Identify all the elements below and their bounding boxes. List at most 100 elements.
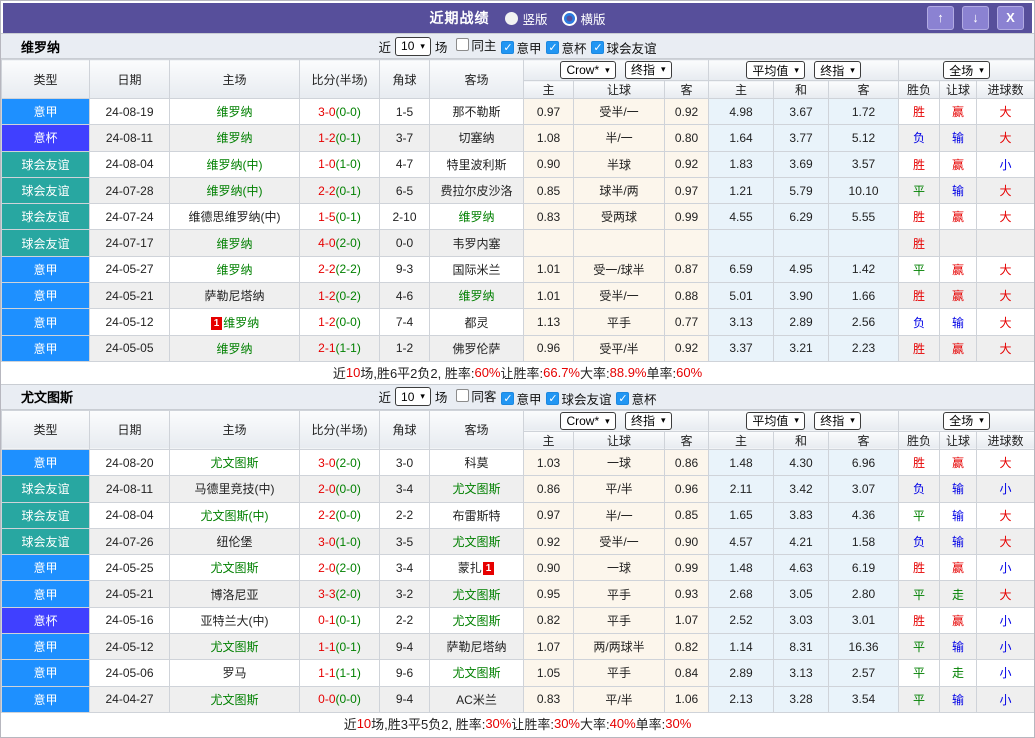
asian-away-odds: 0.87 xyxy=(663,255,710,284)
asian-away-odds: 0.99 xyxy=(663,554,710,582)
match-count-select[interactable]: 10 ▾ xyxy=(395,36,431,56)
column-header-handicap-result: 让球 xyxy=(939,430,978,450)
euro-home-odds: 3.37 xyxy=(708,334,775,362)
asian-away-odds: 0.92 xyxy=(663,97,710,126)
fulltime-score: 1-0 xyxy=(318,157,336,172)
radio-horizontal-layout[interactable]: 横版 xyxy=(561,9,606,28)
asian-handicap-line: 平/半 xyxy=(573,475,665,503)
euro-away-odds: 2.57 xyxy=(828,659,900,687)
games-label: 场 xyxy=(434,391,448,406)
league-type-badge: 意甲 xyxy=(1,554,90,582)
euro-draw-odds: 3.83 xyxy=(773,501,830,529)
scroll-up-button[interactable]: ↑ xyxy=(927,6,954,30)
checkbox-label: 同客 xyxy=(471,389,497,404)
asian-final-value: 终指 xyxy=(631,414,656,429)
team-section-verona: 维罗纳 近 10 ▾ 场 同主 ✓ 意甲 ✓ 意杯 ✓ 球会友谊 类型 日期 主场 比分( xyxy=(1,33,1034,384)
bookmaker-select[interactable]: Crow* ▾ xyxy=(560,61,616,80)
checkbox-unchecked-icon xyxy=(456,388,470,402)
euro-final-select[interactable]: 终指 ▾ xyxy=(814,61,861,79)
match-count-select[interactable]: 10 ▾ xyxy=(395,387,431,407)
bookmaker-select[interactable]: Crow* ▾ xyxy=(560,412,616,431)
match-scope-select[interactable]: 全场 ▾ xyxy=(943,411,990,430)
asian-handicap-line: 受半/一 xyxy=(573,282,665,310)
column-header-date: 日期 xyxy=(89,409,170,450)
asian-home-odds: 0.83 xyxy=(523,203,574,231)
same-venue-checkbox[interactable]: 同主 xyxy=(456,35,496,54)
league-checkbox[interactable]: ✓ 意甲 xyxy=(501,38,541,57)
euro-home-odds: 1.14 xyxy=(708,633,775,661)
result-wdl-cell: 胜 xyxy=(898,334,941,362)
asian-home-odds xyxy=(523,229,574,257)
fulltime-score: 1-1 xyxy=(318,665,336,680)
same-venue-checkbox[interactable]: 同客 xyxy=(456,386,496,405)
team-name: 尤文图斯 xyxy=(210,456,259,471)
league-checkbox[interactable]: ✓ 意杯 xyxy=(546,38,586,57)
away-team-cell: 那不勒斯 xyxy=(429,97,524,126)
euro-away-odds: 2.80 xyxy=(828,580,900,608)
near-label: 近 xyxy=(378,40,392,55)
page-title: 近期战绩 xyxy=(429,10,490,26)
team-name: 维罗纳 xyxy=(216,131,253,146)
match-row: 意甲 24-05-21 博洛尼亚 3-3(2-0) 3-2 尤文图斯 0.95 平手 0.93 2… xyxy=(1,580,1034,608)
close-button[interactable]: X xyxy=(997,6,1024,30)
league-checkbox[interactable]: ✓ 球会友谊 xyxy=(546,389,611,408)
asian-handicap-line: 受半/一 xyxy=(573,527,665,556)
checkbox-checked-icon: ✓ xyxy=(546,391,560,405)
radio-vertical-layout[interactable]: 竖版 xyxy=(505,9,548,28)
euro-draw-odds: 3.13 xyxy=(773,659,830,687)
result-goals-cell: 大 xyxy=(976,203,1034,231)
team-name: 维德思维罗纳(中) xyxy=(188,210,281,225)
team-name: 佛罗伦萨 xyxy=(452,341,501,356)
home-team-cell: 维罗纳(中) xyxy=(169,150,300,178)
team-name: 尤文图斯 xyxy=(210,692,259,707)
summary-line: 近 10 场,胜3平5负2, 胜率: 30% 让胜率: 30% 大率: 40% 单率: 30… xyxy=(1,712,1034,735)
score-cell: 1-0(1-0) xyxy=(299,150,380,178)
home-team-cell: 尤文图斯 xyxy=(169,554,300,582)
result-wdl-cell: 胜 xyxy=(898,282,941,310)
scroll-down-button[interactable]: ↓ xyxy=(962,6,989,30)
away-team-cell: 尤文图斯 xyxy=(429,580,524,608)
asian-away-odds: 0.77 xyxy=(663,308,710,336)
halftime-score: (0-0) xyxy=(335,315,361,330)
asian-final-select[interactable]: 终指 ▾ xyxy=(625,411,672,430)
fulltime-score: 3-0 xyxy=(318,455,336,470)
asian-away-odds: 0.93 xyxy=(663,580,710,608)
halftime-score: (1-0) xyxy=(335,534,361,549)
asian-final-select[interactable]: 终指 ▾ xyxy=(625,60,672,79)
match-row: 意甲 24-05-12 1 维罗纳 1-2(0-0) 7-4 都灵 1.13 平手 0.77 3.1… xyxy=(1,308,1034,336)
league-checkbox[interactable]: ✓ 意杯 xyxy=(616,389,656,408)
result-wdl-cell: 平 xyxy=(898,176,941,205)
result-goals-cell: 大 xyxy=(976,580,1034,608)
corner-cell: 3-0 xyxy=(379,448,430,477)
euro-average-select[interactable]: 平均值 ▾ xyxy=(746,411,805,430)
match-row: 意甲 24-08-20 尤文图斯 3-0(2-0) 3-0 科莫 1.03 一球 0.86 1.4… xyxy=(1,448,1034,477)
fulltime-score: 2-2 xyxy=(318,508,336,523)
home-team-cell: 尤文图斯(中) xyxy=(169,501,300,529)
date-cell: 24-05-12 xyxy=(89,308,170,336)
date-cell: 24-05-21 xyxy=(89,580,170,608)
result-handicap-cell: 输 xyxy=(939,308,978,336)
asian-home-odds: 1.03 xyxy=(523,448,574,477)
euro-average-select[interactable]: 平均值 ▾ xyxy=(746,61,805,79)
away-team-cell: 尤文图斯 xyxy=(429,606,524,635)
summary-line: 近 10 场,胜6平2负2, 胜率: 60% 让胜率: 66.7% 大率: 88.9% 单… xyxy=(1,361,1034,384)
euro-final-value: 终指 xyxy=(820,414,845,429)
asian-home-odds: 1.01 xyxy=(523,282,574,310)
team-name: 蒙扎 xyxy=(457,561,482,576)
euro-draw-odds: 3.05 xyxy=(773,580,830,608)
column-header-asian-away: 客 xyxy=(663,80,710,99)
date-cell: 24-05-06 xyxy=(89,659,170,687)
date-cell: 24-08-11 xyxy=(89,124,170,152)
euro-draw-odds: 3.67 xyxy=(773,97,830,126)
league-checkbox[interactable]: ✓ 球会友谊 xyxy=(591,38,656,57)
team-name: 维罗纳 xyxy=(216,236,253,251)
euro-home-odds: 1.65 xyxy=(708,501,775,529)
euro-draw-odds: 3.77 xyxy=(773,124,830,152)
halftime-score: (2-2) xyxy=(335,262,361,277)
match-count-value: 10 xyxy=(401,389,415,404)
summary-segment: 10 xyxy=(356,716,372,732)
euro-final-select[interactable]: 终指 ▾ xyxy=(814,411,861,430)
match-scope-select[interactable]: 全场 ▾ xyxy=(943,61,990,79)
euro-away-odds: 3.07 xyxy=(828,475,900,503)
league-checkbox[interactable]: ✓ 意甲 xyxy=(501,389,541,408)
